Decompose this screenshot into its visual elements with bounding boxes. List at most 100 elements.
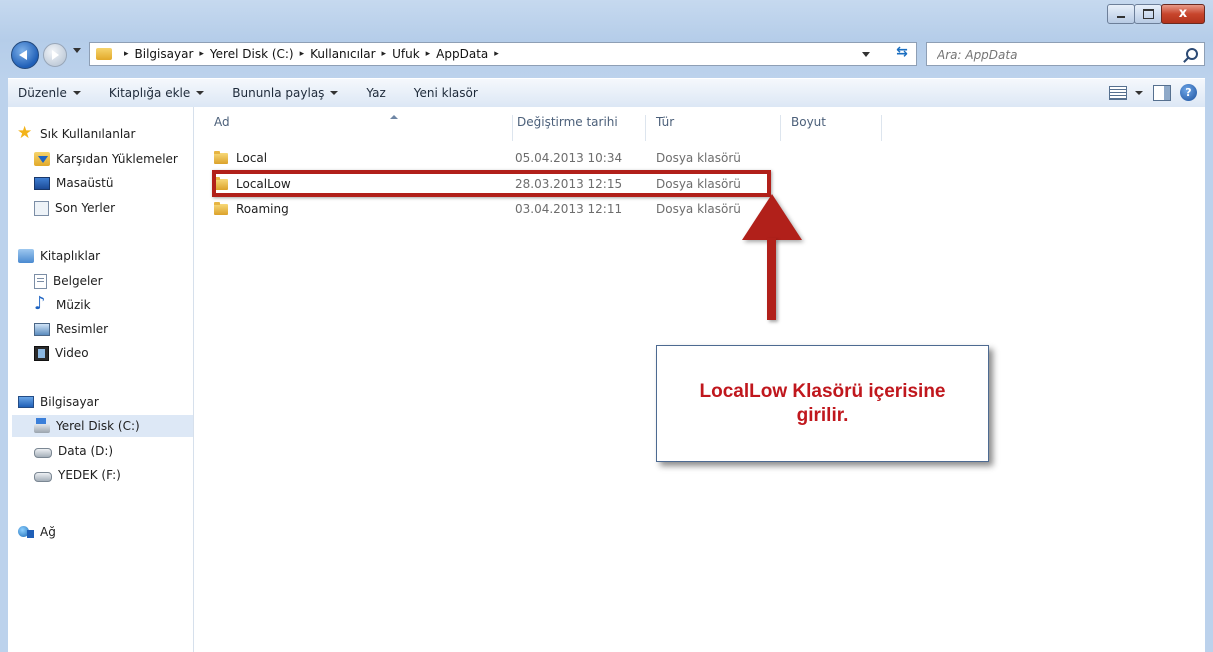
back-button[interactable] (11, 41, 39, 69)
recent-pages-dropdown-icon[interactable] (73, 48, 81, 53)
libraries-icon (18, 249, 34, 263)
view-options-dropdown-icon[interactable] (1135, 91, 1143, 95)
nav-computer[interactable]: Bilgisayar (18, 391, 99, 413)
window-caption-buttons: x (1107, 4, 1205, 24)
file-row-roaming[interactable]: Roaming 03.04.2013 12:11 Dosya klasörü (210, 198, 770, 220)
nav-libraries-label: Kitaplıklar (40, 249, 101, 263)
maximize-button[interactable] (1134, 4, 1162, 24)
nav-favorites[interactable]: Sık Kullanılanlar (17, 123, 136, 145)
nav-libraries[interactable]: Kitaplıklar (18, 245, 100, 267)
nav-item-label: Belgeler (53, 274, 103, 288)
video-icon (34, 345, 49, 361)
close-button[interactable]: x (1161, 4, 1205, 24)
new-folder-button[interactable]: Yeni klasör (414, 86, 478, 100)
burn-button[interactable]: Yaz (366, 86, 385, 100)
file-type: Dosya klasörü (656, 202, 741, 216)
nav-network[interactable]: Ağ (18, 521, 56, 543)
nav-item-pictures[interactable]: Resimler (34, 318, 108, 340)
share-with-menu[interactable]: Bununla paylaş (232, 86, 339, 100)
nav-item-yedek-f[interactable]: YEDEK (F:) (34, 464, 121, 486)
breadcrumb-separator-icon[interactable]: ▸ (382, 49, 387, 59)
column-header-label: Ad (214, 115, 230, 129)
nav-item-label: Data (D:) (58, 444, 114, 458)
breadcrumb-bilgisayar[interactable]: Bilgisayar (135, 47, 194, 61)
nav-item-local-disk-c[interactable]: Yerel Disk (C:) (12, 415, 193, 437)
nav-item-videos[interactable]: Video (34, 342, 89, 364)
chevron-down-icon (330, 91, 339, 95)
music-icon (34, 293, 50, 314)
nav-item-label: Son Yerler (55, 201, 116, 215)
file-name: Local (236, 151, 268, 165)
drive-icon (34, 472, 52, 482)
file-modified: 05.04.2013 10:34 (515, 151, 623, 165)
column-header-label: Tür (656, 115, 675, 129)
forward-button[interactable] (43, 43, 67, 67)
arrow-head-icon (742, 194, 802, 240)
file-name: Roaming (236, 202, 289, 216)
nav-computer-label: Bilgisayar (40, 395, 99, 409)
column-header-label: Değiştirme tarihi (517, 115, 618, 129)
nav-item-data-d[interactable]: Data (D:) (34, 440, 113, 462)
desktop-icon (34, 176, 50, 190)
system-drive-icon (34, 417, 50, 433)
change-view-icon[interactable] (1109, 86, 1127, 100)
address-bar[interactable]: ▸ Bilgisayar ▸ Yerel Disk (C:) ▸ Kullanı… (89, 42, 917, 66)
search-icon[interactable] (1186, 48, 1198, 60)
minimize-button[interactable] (1107, 4, 1135, 24)
help-icon[interactable]: ? (1180, 84, 1197, 101)
file-modified: 03.04.2013 12:11 (515, 202, 623, 216)
breadcrumb-yerel-disk[interactable]: Yerel Disk (C:) (210, 47, 294, 61)
nav-item-recent-places[interactable]: Son Yerler (34, 197, 115, 219)
nav-network-label: Ağ (40, 525, 56, 539)
organize-menu[interactable]: Düzenle (18, 86, 81, 100)
nav-favorites-label: Sık Kullanılanlar (40, 127, 136, 141)
nav-item-music[interactable]: Müzik (34, 293, 91, 316)
navigation-pane: Sık Kullanılanlar Karşıdan Yüklemeler Ma… (8, 107, 194, 652)
folder-icon (214, 151, 228, 164)
network-icon (18, 525, 34, 539)
address-dropdown-icon[interactable] (862, 52, 870, 57)
nav-item-downloads[interactable]: Karşıdan Yüklemeler (34, 148, 178, 170)
nav-item-label: Resimler (56, 322, 109, 336)
drive-icon (34, 448, 52, 458)
breadcrumb-kullanicilar[interactable]: Kullanıcılar (310, 47, 375, 61)
breadcrumb-separator-icon[interactable]: ▸ (494, 49, 499, 59)
column-header-size[interactable]: Boyut (791, 115, 882, 141)
nav-item-desktop[interactable]: Masaüstü (34, 172, 113, 194)
nav-item-label: Karşıdan Yüklemeler (56, 152, 178, 166)
document-icon (34, 273, 47, 289)
breadcrumb-ufuk[interactable]: Ufuk (392, 47, 420, 61)
column-header-name[interactable]: Ad (214, 115, 513, 141)
organize-label: Düzenle (18, 86, 67, 100)
pictures-icon (34, 322, 50, 336)
search-box[interactable] (926, 42, 1205, 66)
breadcrumb-separator-icon[interactable]: ▸ (300, 49, 305, 59)
chevron-down-icon (196, 91, 205, 95)
computer-icon (18, 396, 34, 408)
new-folder-label: Yeni klasör (413, 86, 478, 100)
column-header-date-modified[interactable]: Değiştirme tarihi (517, 115, 646, 141)
breadcrumb-separator-icon[interactable]: ▸ (124, 49, 129, 59)
breadcrumb-separator-icon[interactable]: ▸ (426, 49, 431, 59)
share-with-label: Bununla paylaş (232, 86, 325, 100)
folder-icon (96, 48, 112, 60)
file-type: Dosya klasörü (656, 151, 741, 165)
folder-icon (214, 202, 228, 215)
refresh-icon[interactable]: ⇆ (890, 44, 914, 64)
nav-item-label: Masaüstü (56, 176, 114, 190)
breadcrumb-appdata[interactable]: AppData (436, 47, 488, 61)
nav-item-label: Yerel Disk (C:) (56, 419, 140, 433)
preview-pane-icon[interactable] (1153, 85, 1171, 101)
window-frame-right (1205, 80, 1213, 652)
burn-label: Yaz (366, 86, 386, 100)
breadcrumb-separator-icon[interactable]: ▸ (199, 49, 204, 59)
column-header-type[interactable]: Tür (656, 115, 781, 141)
explorer-window: x ▸ Bilgisayar ▸ Yerel Disk (C:) ▸ Kulla… (0, 0, 1213, 652)
column-header-label: Boyut (791, 115, 826, 129)
nav-item-label: Video (55, 346, 89, 360)
annotation-callout: LocalLow Klasörü içerisine girilir. (656, 345, 989, 462)
file-row-local[interactable]: Local 05.04.2013 10:34 Dosya klasörü (210, 147, 770, 169)
search-input[interactable] (935, 44, 1169, 66)
include-in-library-menu[interactable]: Kitaplığa ekle (109, 86, 205, 100)
nav-item-documents[interactable]: Belgeler (34, 270, 103, 292)
